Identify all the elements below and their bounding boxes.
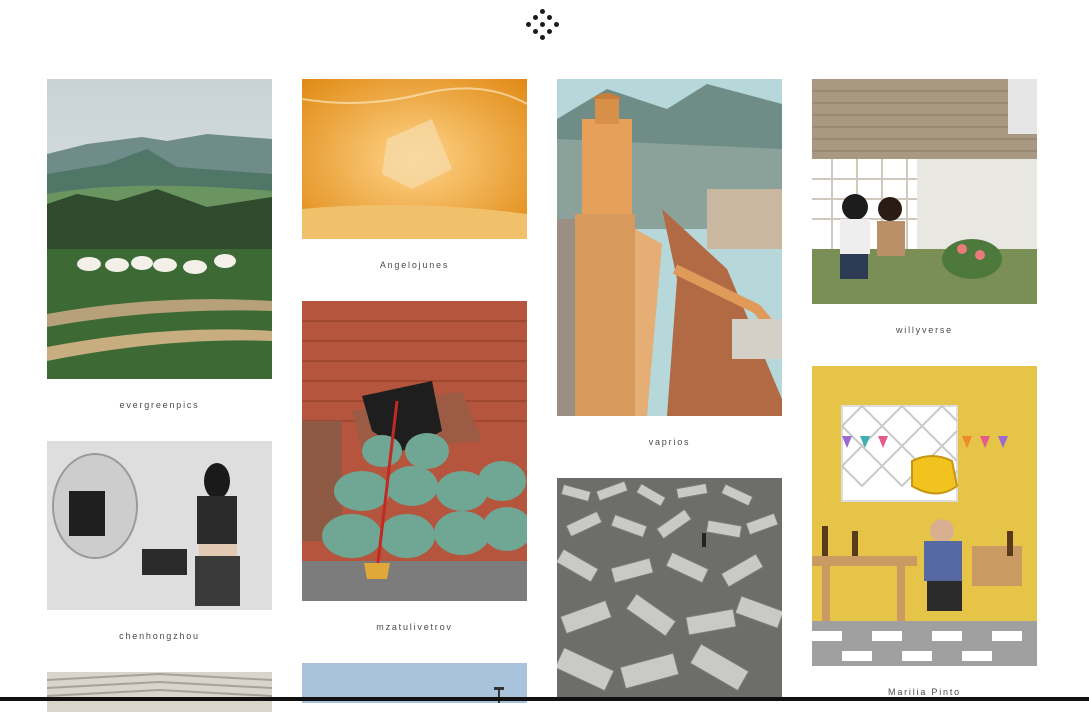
- gallery-column-2: Angelojunes mzatulivetrov: [302, 79, 527, 703]
- gallery-column-4: willyverse Marilia Pinto: [812, 79, 1037, 728]
- photo-caption[interactable]: chenhongzhou: [47, 610, 272, 672]
- photo-card: Marilia Pinto: [812, 366, 1037, 728]
- photo-thumbnail[interactable]: [47, 672, 272, 712]
- photo-card: chenhongzhou: [47, 441, 272, 672]
- photo-card: [47, 672, 272, 712]
- photo-card: Angelojunes: [302, 79, 527, 293]
- photo-thumbnail[interactable]: [557, 478, 782, 700]
- photo-caption[interactable]: mzatulivetrov: [302, 601, 527, 663]
- photo-card: mzatulivetrov: [302, 301, 527, 663]
- photo-caption[interactable]: evergreenpics: [47, 379, 272, 441]
- site-logo-icon[interactable]: [524, 8, 560, 42]
- photo-caption[interactable]: willyverse: [812, 304, 1037, 366]
- photo-thumbnail[interactable]: [557, 79, 782, 416]
- photo-thumbnail[interactable]: [812, 366, 1037, 666]
- gallery-column-1: evergreenpics chenhongzhou: [47, 79, 272, 712]
- photo-thumbnail[interactable]: [302, 79, 527, 239]
- photo-caption[interactable]: Angelojunes: [302, 239, 527, 293]
- photo-card: vaprios: [557, 79, 782, 478]
- photo-caption[interactable]: vaprios: [557, 416, 782, 478]
- photo-thumbnail[interactable]: [302, 301, 527, 601]
- photo-thumbnail[interactable]: [47, 441, 272, 610]
- photo-card: willyverse: [812, 79, 1037, 366]
- photo-thumbnail[interactable]: [47, 79, 272, 379]
- photo-card: evergreenpics: [47, 79, 272, 441]
- gallery-column-3: vaprios: [557, 79, 782, 700]
- bottom-edge-bar: [0, 697, 1089, 701]
- photo-card: [557, 478, 782, 700]
- photo-thumbnail[interactable]: [812, 79, 1037, 304]
